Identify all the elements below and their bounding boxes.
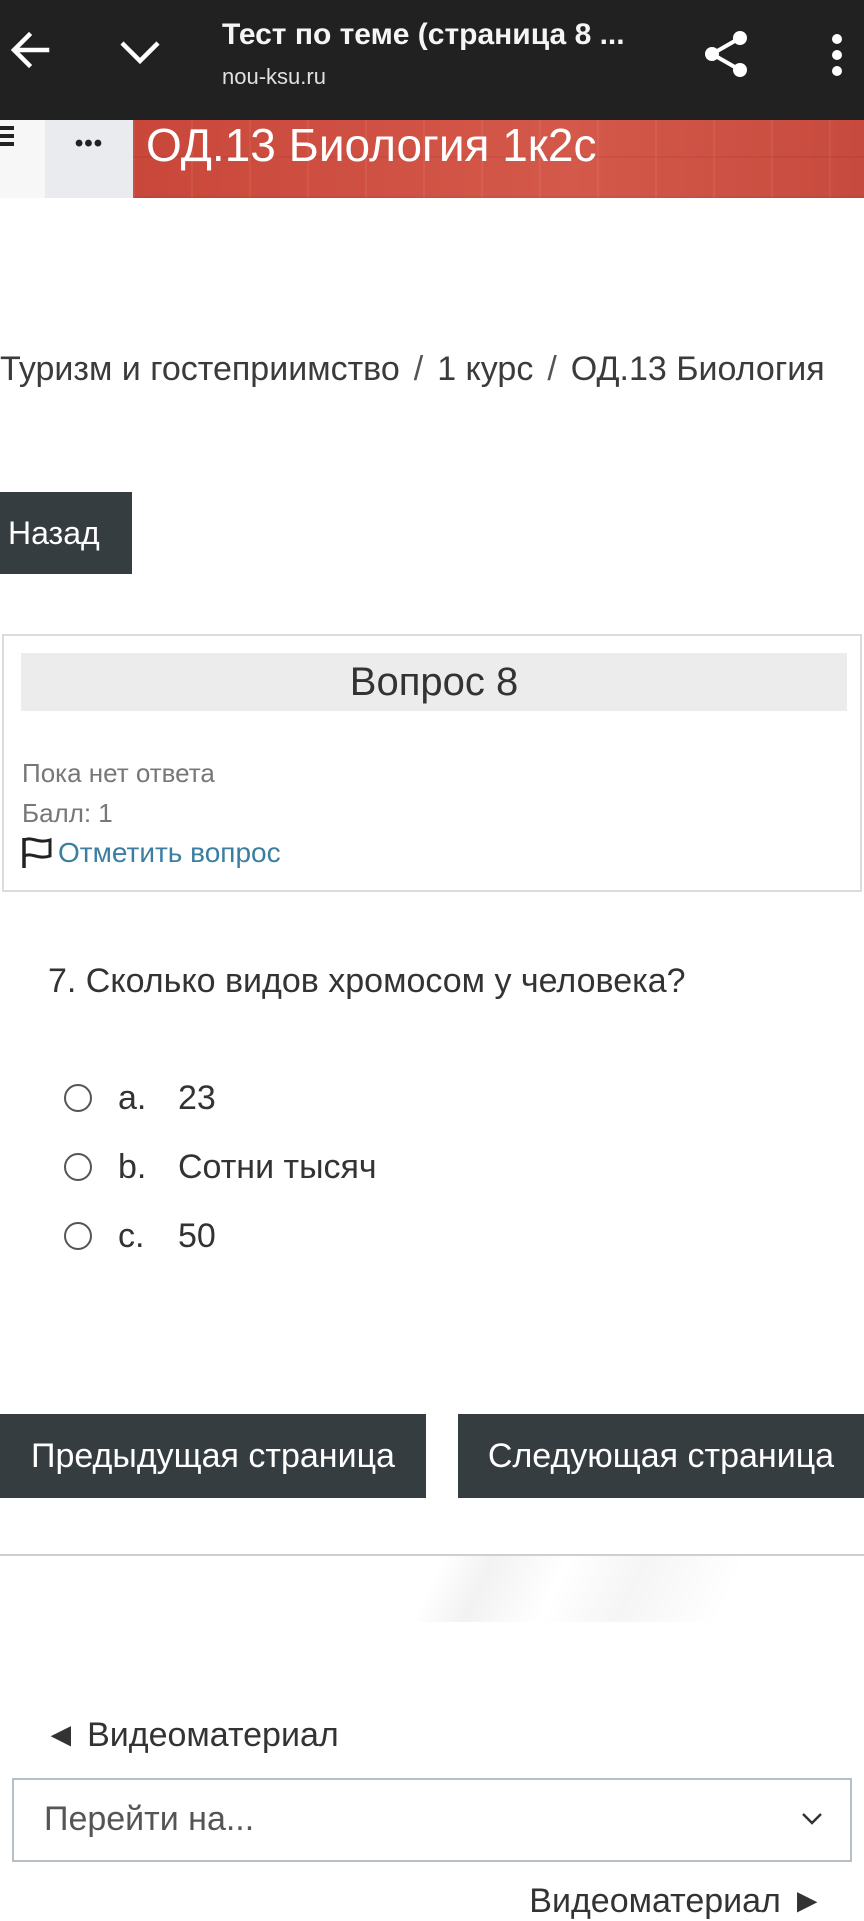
radio-button[interactable] [64, 1084, 92, 1112]
browser-url[interactable]: nou-ksu.ru [222, 64, 326, 90]
chevron-down-icon [802, 1813, 822, 1825]
breadcrumb-item[interactable]: ОД.13 Биология [571, 350, 825, 388]
more-vert-icon[interactable] [815, 30, 859, 80]
back-arrow-icon[interactable] [6, 26, 54, 74]
breadcrumb: Туризм и гостеприимство / 1 курс / ОД.13 Био… [0, 350, 825, 389]
question-grade: Балл: 1 [22, 798, 113, 828]
flag-question-label[interactable]: Отметить вопрос [58, 837, 281, 869]
breadcrumb-separator: / [413, 350, 424, 388]
more-horiz-icon[interactable]: ••• [45, 120, 133, 198]
decorative-shade [340, 1556, 820, 1622]
answer-option-a[interactable]: a. 23 [64, 1079, 216, 1117]
next-page-button[interactable]: Следующая страница [458, 1414, 864, 1498]
next-activity-link[interactable]: Видеоматериал ► [529, 1882, 824, 1921]
previous-page-button[interactable]: Предыдущая страница [0, 1414, 426, 1498]
question-info-panel: Вопрос 8 Пока нет ответа Балл: 1 Отметит… [2, 634, 862, 892]
breadcrumb-separator: / [547, 350, 557, 388]
radio-button[interactable] [64, 1153, 92, 1181]
flag-question-link[interactable]: Отметить вопрос [20, 836, 281, 870]
question-text: 7. Сколько видов хромосом у человека? [48, 962, 686, 1000]
answer-letter: b. [118, 1147, 147, 1186]
course-title: ОД.13 Биология 1к2с [146, 119, 597, 171]
answer-option-c[interactable]: c. 50 [64, 1217, 216, 1255]
previous-activity-link[interactable]: ◄ Видеоматериал [44, 1716, 339, 1755]
answer-text[interactable]: Сотни тысяч [178, 1148, 377, 1187]
question-number: Вопрос 8 [21, 653, 847, 711]
course-header: ••• ОД.13 Биология 1к2с [0, 119, 864, 198]
flag-icon [22, 837, 52, 868]
menu-hamburger-icon[interactable] [0, 120, 45, 198]
jump-to-select[interactable]: Перейти на... [12, 1778, 852, 1862]
jump-to-placeholder: Перейти на... [44, 1800, 255, 1838]
answer-text[interactable]: 50 [178, 1217, 216, 1256]
back-button[interactable]: Назад [0, 492, 132, 574]
answer-letter: a. [118, 1078, 147, 1117]
chevron-down-icon[interactable] [114, 28, 166, 76]
breadcrumb-item[interactable]: 1 курс [437, 350, 533, 388]
radio-button[interactable] [64, 1222, 92, 1250]
answer-option-b[interactable]: b. Сотни тысяч [64, 1148, 377, 1186]
share-icon[interactable] [700, 28, 752, 80]
browser-toolbar: Тест по теме (страница 8 ... nou-ksu.ru [0, 0, 864, 120]
breadcrumb-item[interactable]: Туризм и гостеприимство [0, 350, 400, 388]
answer-text[interactable]: 23 [178, 1079, 216, 1118]
browser-page-title[interactable]: Тест по теме (страница 8 ... [222, 18, 625, 52]
answer-letter: c. [118, 1216, 145, 1255]
question-state: Пока нет ответа [22, 758, 215, 788]
